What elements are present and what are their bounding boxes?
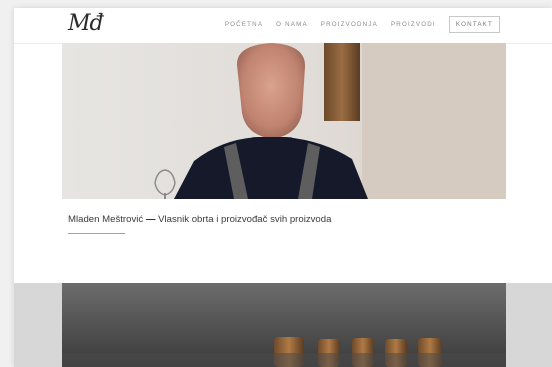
page: Mđ POČETNA O NAMA PROIZVODNJA PROIZVODI … [14, 8, 552, 367]
nav-item-kontakt-button[interactable]: KONTAKT [448, 16, 500, 33]
hero-image [62, 43, 506, 199]
nav-item-proizvodi[interactable]: PROIZVODI [391, 21, 436, 28]
bottles-image [62, 283, 506, 367]
hero-photo [62, 43, 506, 199]
hero-caption: Mladen Meštrović — Vlasnik obrta i proiz… [68, 214, 331, 225]
caption-area: Mladen Meštrović — Vlasnik obrta i proiz… [14, 199, 552, 283]
bottles-photo [62, 283, 506, 367]
caption-role: Vlasnik obrta i proizvođač svih proizvod… [158, 214, 332, 225]
nav-item-o-nama[interactable]: O NAMA [276, 21, 308, 28]
site-header: Mđ POČETNA O NAMA PROIZVODNJA PROIZVODI … [14, 8, 552, 44]
nav-item-proizvodnja[interactable]: PROIZVODNJA [321, 21, 378, 28]
second-section [14, 283, 552, 367]
caption-name: Mladen Meštrović [68, 214, 144, 225]
caption-separator: — [145, 214, 156, 225]
caption-underline [68, 233, 125, 234]
main-nav: POČETNA O NAMA PROIZVODNJA PROIZVODI KON… [225, 16, 500, 33]
logo[interactable]: Mđ [68, 11, 104, 36]
nav-item-pocetna[interactable]: POČETNA [225, 21, 263, 28]
